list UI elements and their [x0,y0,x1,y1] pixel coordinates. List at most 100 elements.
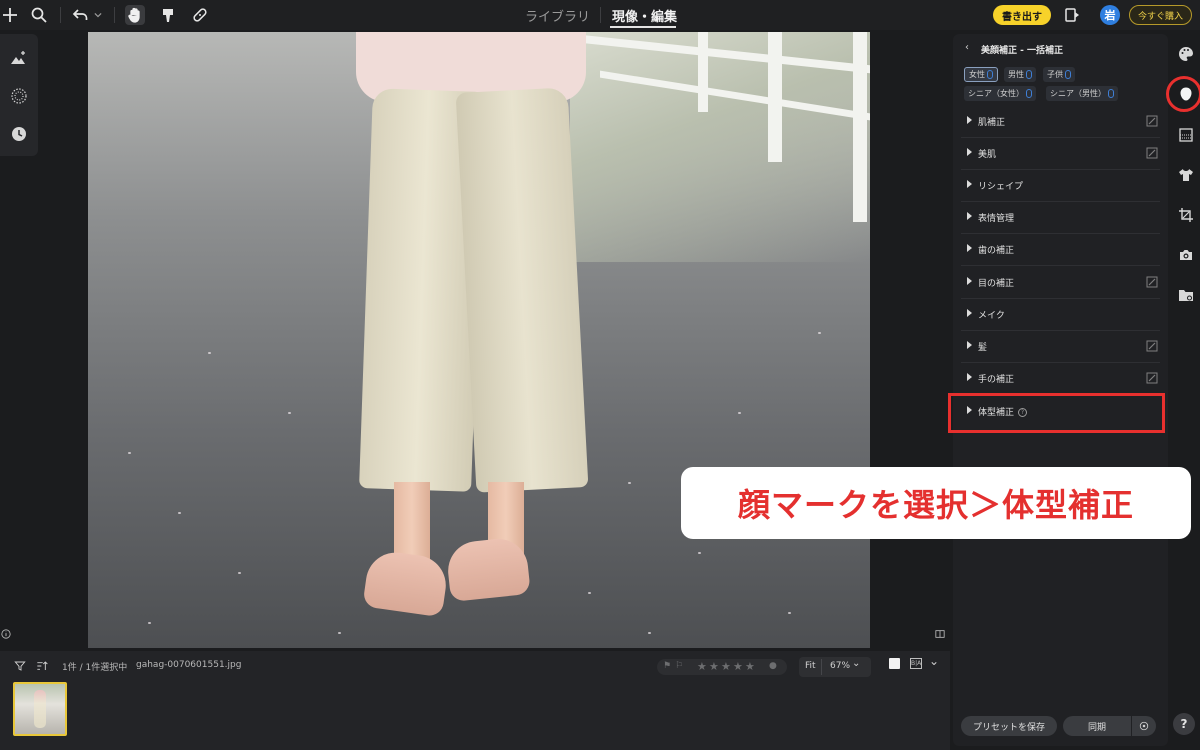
top-toolbar: ライブラリ 現像・編集 書き出す 岩 今すぐ購入 [0,0,1200,30]
chip-senior-male[interactable]: シニア（男性） [1046,86,1118,101]
petal [288,412,291,414]
caret-right-icon [967,309,972,317]
undo-icon[interactable] [71,5,91,25]
tab-develop-edit[interactable]: 現像・編集 [612,6,677,25]
photo-canvas[interactable] [88,32,870,648]
before-after-icon[interactable]: B|A [910,658,922,669]
hand-tool-icon[interactable] [125,5,145,25]
sync-options-icon[interactable] [1132,716,1156,736]
section-label: 肌補正 [978,118,1006,128]
tab-library[interactable]: ライブラリ [525,6,590,25]
edit-brush-icon[interactable] [1146,276,1158,288]
section-label: 髪 [978,343,988,353]
add-icon[interactable] [0,5,20,25]
section-skin-correction[interactable]: 肌補正 [961,106,1160,138]
edit-brush-icon[interactable] [1146,372,1158,384]
search-icon[interactable] [29,5,49,25]
avatar[interactable]: 岩 [1100,5,1120,25]
caret-right-icon [967,180,972,188]
petal [698,552,701,554]
sort-icon[interactable] [32,656,52,676]
export-button[interactable]: 書き出す [993,5,1051,25]
star-icon[interactable]: ★ [709,660,719,673]
noise-reduction-icon[interactable] [9,86,29,106]
link-icon [1065,70,1071,79]
palette-icon[interactable] [1176,44,1196,64]
save-preset-button[interactable]: プリセットを保存 [961,716,1057,736]
filter-icon[interactable] [10,656,30,676]
section-label: 目の補正 [978,279,1015,289]
instruction-callout: 顔マークを選択＞体型補正 [681,467,1191,539]
petal [148,622,151,624]
guardrail-post [768,32,782,162]
compare-panel-icon[interactable] [1062,5,1082,25]
link-icon [1108,89,1114,98]
section-eyes[interactable]: 目の補正 [961,267,1160,299]
section-beautiful-skin[interactable]: 美肌 [961,138,1160,170]
panel-toggle-icon[interactable] [934,628,946,640]
chip-child[interactable]: 子供 [1043,67,1075,82]
section-reshape[interactable]: リシェイプ [961,170,1160,202]
mountain-adjust-icon[interactable] [9,48,29,68]
chip-label: シニア（男性） [1050,89,1106,98]
link-icon [987,70,993,79]
section-makeup[interactable]: メイク [961,299,1160,331]
zoom-level[interactable]: 67% [830,661,850,671]
flag-icon[interactable]: ⚑ [663,661,671,671]
link-icon [1026,70,1032,79]
info-icon[interactable] [0,628,12,640]
star-icon[interactable]: ★ [733,660,743,673]
healing-bandage-icon[interactable] [190,5,210,25]
color-label-icon[interactable]: ● [769,661,777,671]
reject-flag-icon[interactable]: ⚐ [675,661,683,671]
section-expression[interactable]: 表情管理 [961,202,1160,234]
highlight-box-body-shape [948,393,1165,433]
section-label: リシェイプ [978,182,1024,192]
clothing-icon[interactable] [1176,165,1196,185]
fit-button[interactable]: Fit [805,661,816,671]
caret-right-icon [967,373,972,381]
petal [648,632,651,634]
edit-brush-icon[interactable] [1146,147,1158,159]
filmstrip-thumbnail[interactable] [13,682,67,736]
single-view-icon[interactable] [889,658,900,669]
active-tab-indicator [610,26,676,28]
guardrail-post [698,32,708,112]
help-button[interactable]: ? [1173,713,1195,735]
chip-female[interactable]: 女性 [964,67,998,82]
brush-icon[interactable] [158,5,178,25]
beauty-correction-panel: ‹ 美顔補正 - 一括補正 女性 男性 子供 シニア（女性） シニア（男性） 肌… [953,34,1168,746]
chevron-down-icon[interactable]: ⌄ [929,654,939,668]
back-chevron-icon[interactable]: ‹ [965,42,969,53]
chevron-down-icon[interactable]: ⌄ [852,658,860,669]
history-icon[interactable] [9,124,29,144]
toolbar-divider [60,7,61,23]
gradient-icon[interactable] [1176,125,1196,145]
section-hair[interactable]: 髪 [961,331,1160,363]
petal [238,572,241,574]
camera-icon[interactable] [1176,245,1196,265]
petal [628,482,631,484]
star-icon[interactable]: ★ [697,660,707,673]
crop-icon[interactable] [1176,205,1196,225]
buy-now-button[interactable]: 今すぐ購入 [1129,5,1192,25]
chip-senior-female[interactable]: シニア（女性） [964,86,1036,101]
chevron-down-icon[interactable] [91,5,105,25]
petal [208,352,211,354]
edit-brush-icon[interactable] [1146,340,1158,352]
section-teeth[interactable]: 歯の補正 [961,234,1160,266]
caret-right-icon [967,116,972,124]
rating-control[interactable]: ⚑ ⚐ ★ ★ ★ ★ ★ ● [657,659,787,675]
edit-brush-icon[interactable] [1146,115,1158,127]
highlight-circle-face-icon [1166,76,1200,112]
caret-right-icon [967,212,972,220]
section-hands[interactable]: 手の補正 [961,363,1160,395]
star-icon[interactable]: ★ [745,660,755,673]
chip-label: 子供 [1047,70,1063,79]
folder-icon[interactable] [1176,285,1196,305]
zoom-control[interactable]: Fit 67% ⌄ [799,657,871,677]
chip-male[interactable]: 男性 [1004,67,1036,82]
left-tool-rail [0,34,38,156]
sync-button[interactable]: 同期 [1063,716,1131,736]
star-icon[interactable]: ★ [721,660,731,673]
